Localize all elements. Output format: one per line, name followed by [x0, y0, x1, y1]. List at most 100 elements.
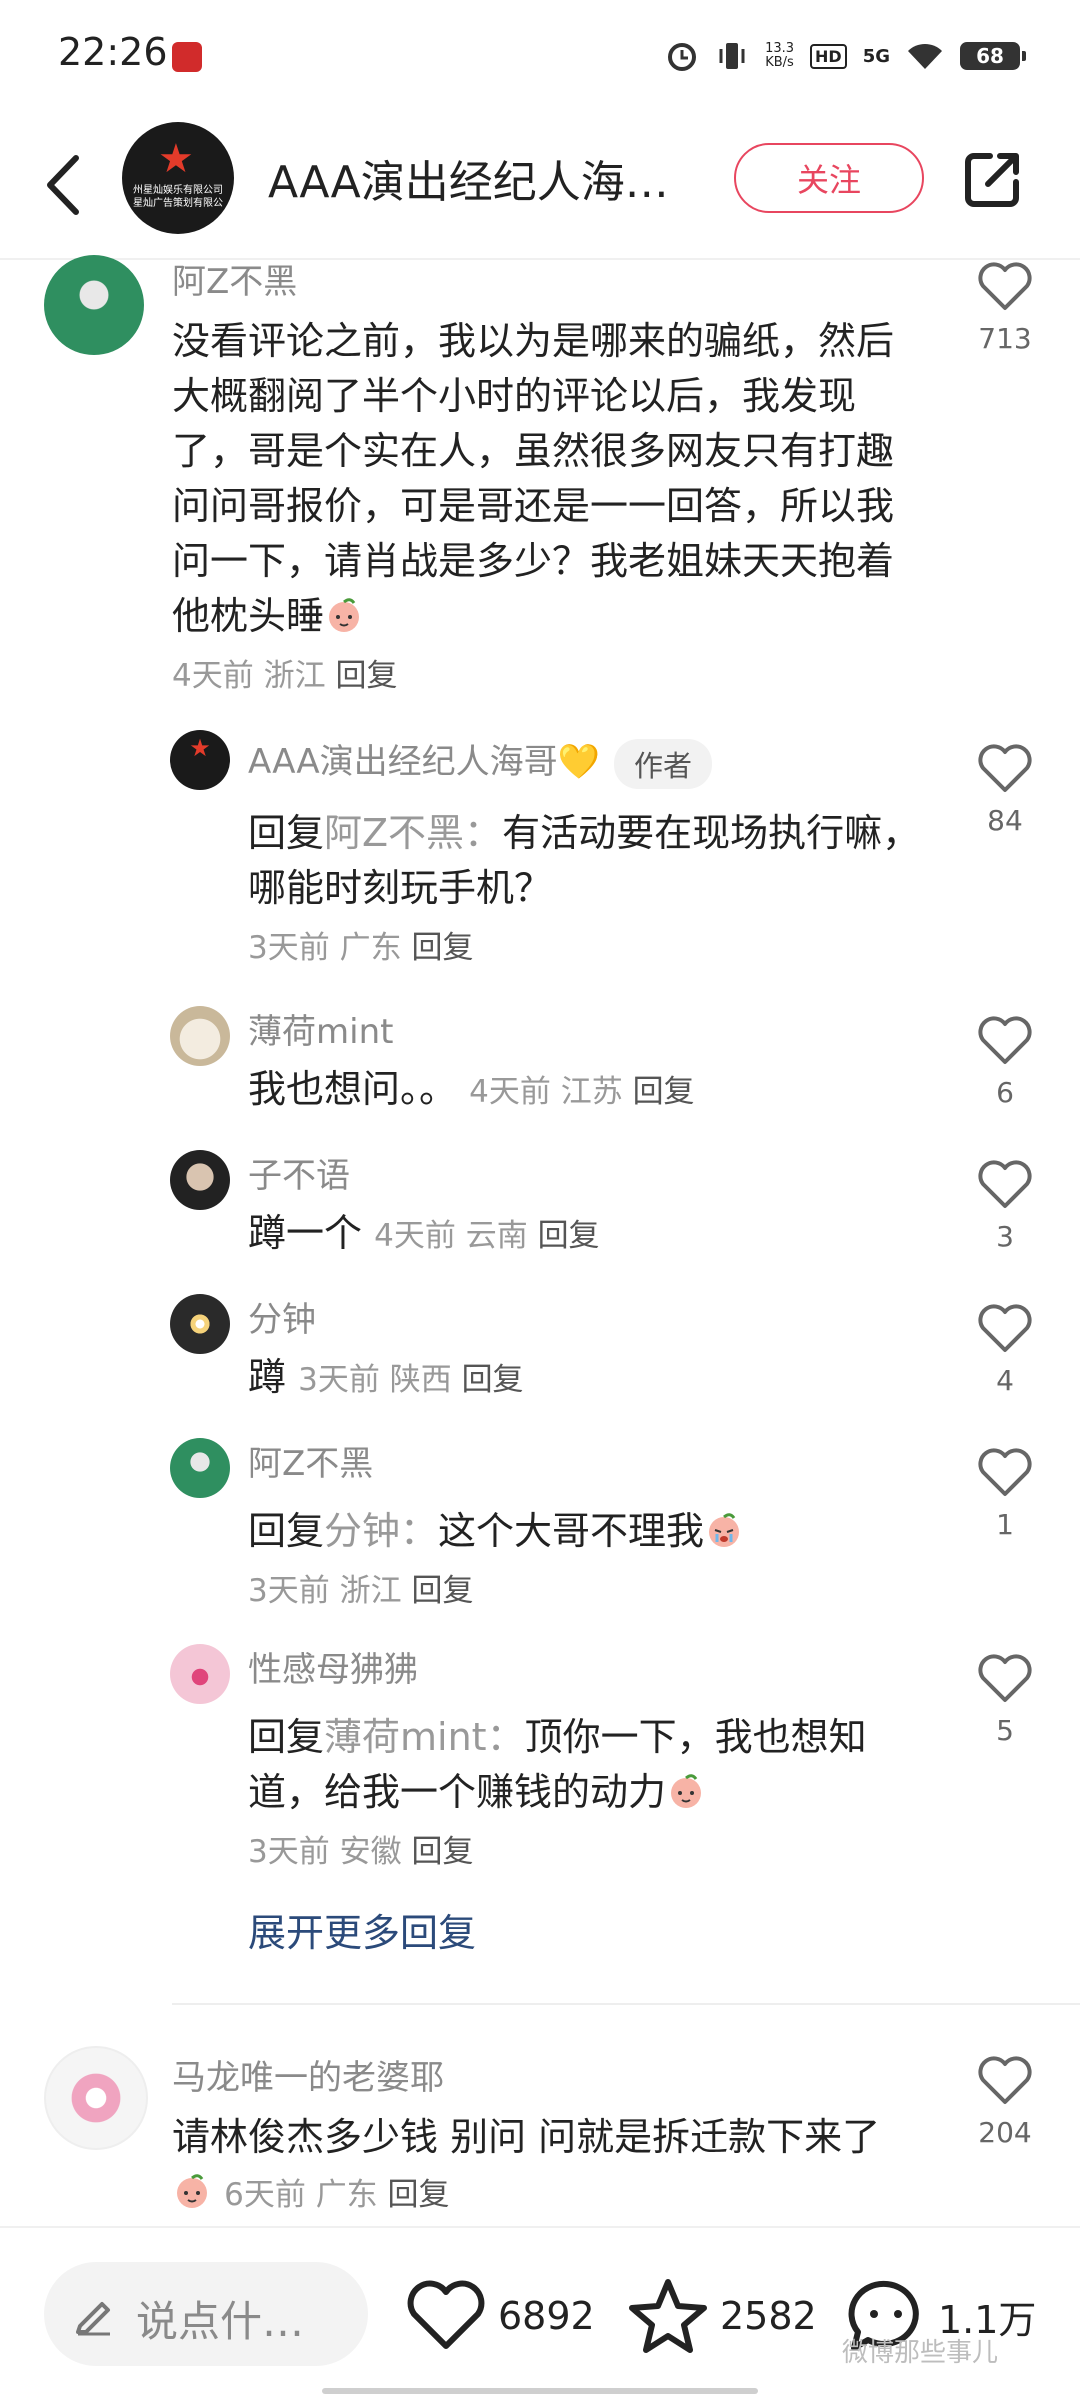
avatar[interactable] [170, 1294, 230, 1354]
comment-username[interactable]: 马龙唯一的老婆耶 [172, 2050, 444, 2099]
like-count: 84 [987, 804, 1023, 837]
comment-input[interactable]: 说点什… [44, 2262, 368, 2366]
page-title[interactable]: AAA演出经纪人海… [268, 146, 669, 210]
like-button[interactable]: 4 [970, 1304, 1040, 1397]
like-button[interactable]: 6 [970, 1016, 1040, 1109]
heart-icon [978, 262, 1032, 310]
signal-5g: 5G [862, 45, 890, 67]
share-button[interactable] [962, 150, 1022, 210]
comment-username[interactable]: 性感母狒狒 [248, 1642, 418, 1691]
comment-username[interactable]: 子不语 [248, 1148, 350, 1197]
favorite-count: 2582 [720, 2294, 817, 2338]
alarm-icon [668, 43, 697, 71]
like-button[interactable]: 713 [970, 262, 1040, 355]
comment-text: 蹲 3天前 陕西 回复 [248, 1355, 524, 1399]
avatar-text: 州星灿娱乐有限公司 星灿广告策划有限公 [133, 185, 223, 209]
heart-icon [978, 1016, 1032, 1064]
comment-text: 没看评论之前，我以为是哪来的骗纸，然后大概翻阅了半个小时的评论以后，我发现了，哥… [172, 314, 898, 704]
status-time: 22:26 [58, 30, 168, 74]
like-button[interactable]: 1 [970, 1448, 1040, 1541]
like-button[interactable]: 5 [970, 1654, 1040, 1747]
peach-emoji-icon [329, 598, 360, 632]
net-speed: 13.3 KB/s [765, 41, 795, 70]
comment-text: 请林俊杰多少钱 别问 问就是拆迁款下来了 6天前 广东 回复 [172, 2115, 881, 2213]
comment-username[interactable]: AAA演出经纪人海哥💛 作者 [248, 734, 713, 789]
like-count: 3 [996, 1220, 1014, 1253]
header: ★ 州星灿娱乐有限公司 星灿广告策划有限公 AAA演出经纪人海… 关注 [0, 110, 1080, 260]
follow-button[interactable]: 关注 [734, 143, 924, 213]
reply-link[interactable]: 回复 [411, 1834, 473, 1870]
reply-link[interactable]: 回复 [388, 2177, 450, 2213]
author-badge: 作者 [614, 738, 713, 789]
comment-username[interactable]: 分钟 [248, 1292, 316, 1341]
avatar[interactable] [170, 1644, 230, 1704]
reply-link[interactable]: 回复 [411, 1573, 473, 1609]
like-count: 713 [978, 322, 1032, 355]
like-post-button[interactable]: 6892 [406, 2276, 595, 2356]
like-button[interactable]: 3 [970, 1160, 1040, 1253]
section-divider [172, 2003, 1080, 2005]
comment-text: 蹲一个 4天前 云南 回复 [248, 1211, 600, 1255]
mention[interactable]: 薄荷mint： [324, 1715, 525, 1759]
comment-text: 回复薄荷mint：顶你一下，我也想知道，给我一个赚钱的动力 3天前 安徽 回复 [248, 1710, 928, 1880]
comment-text: 回复分钟：这个大哥不理我 3天前 浙江 回复 [248, 1504, 928, 1619]
back-arrow-icon [47, 155, 79, 215]
comment-meta: 3天前 广东 回复 [248, 930, 474, 966]
reply-link[interactable]: 回复 [538, 1218, 600, 1254]
like-count: 1 [996, 1508, 1014, 1541]
share-icon [965, 153, 1019, 207]
reply-link[interactable]: 回复 [411, 930, 473, 966]
favorite-button[interactable]: 2582 [628, 2276, 817, 2356]
comment-input-placeholder: 说点什… [136, 2297, 305, 2346]
avatar[interactable]: ★ [170, 730, 230, 790]
comment-text: 我也想问。。 4天前 江苏 回复 [248, 1067, 695, 1111]
heart-icon [978, 1160, 1032, 1208]
expand-more-replies[interactable]: 展开更多回复 [248, 1902, 476, 1957]
like-count: 6892 [498, 2294, 595, 2338]
home-indicator[interactable] [322, 2388, 758, 2394]
avatar[interactable] [170, 1438, 230, 1498]
heart-icon [978, 1448, 1032, 1496]
mention[interactable]: 分钟： [324, 1509, 438, 1553]
avatar[interactable] [170, 1006, 230, 1066]
like-count: 4 [996, 1364, 1014, 1397]
comment-text: 回复阿Z不黑：有活动要在现场执行嘛，哪能时刻玩手机？ 3天前 广东 回复 [248, 806, 928, 976]
heart-icon [978, 2056, 1032, 2104]
mention[interactable]: 阿Z不黑： [324, 811, 502, 855]
reply-link[interactable]: 回复 [633, 1074, 695, 1110]
comment-username[interactable]: 薄荷mint [248, 1004, 393, 1053]
avatar[interactable] [44, 2046, 148, 2150]
star-icon [629, 2279, 707, 2353]
crying-peach-emoji-icon [709, 1513, 740, 1547]
back-button[interactable] [40, 150, 90, 220]
reply-link[interactable]: 回复 [335, 658, 397, 694]
heart-icon [978, 1654, 1032, 1702]
like-button[interactable]: 204 [970, 2056, 1040, 2149]
comment-meta: 3天前 安徽 回复 [248, 1834, 474, 1870]
avatar[interactable] [44, 255, 144, 355]
wifi-icon [908, 43, 942, 69]
header-divider [0, 258, 1080, 260]
vibrate-icon [719, 43, 745, 69]
like-count: 204 [978, 2116, 1032, 2149]
watermark: 微博那些事儿 [842, 2338, 999, 2368]
pen-icon [76, 2302, 110, 2336]
like-button[interactable]: 84 [970, 744, 1040, 837]
avatar[interactable] [170, 1150, 230, 1210]
author-avatar[interactable]: ★ 州星灿娱乐有限公司 星灿广告策划有限公 [122, 122, 234, 234]
comment-username[interactable]: 阿Z不黑 [248, 1436, 373, 1485]
bottom-bar: 说点什… 6892 2582 1.1万 微博那些事儿 [0, 2226, 1080, 2402]
star-logo-icon: ★ [158, 136, 194, 182]
heart-icon [978, 1304, 1032, 1352]
peach-emoji-icon [671, 1774, 702, 1808]
like-count: 5 [996, 1714, 1014, 1747]
like-count: 6 [996, 1076, 1014, 1109]
app-notification-icon [172, 42, 202, 72]
battery: 68 [960, 42, 1026, 70]
reply-link[interactable]: 回复 [462, 1362, 524, 1398]
comment-meta: 4天前 浙江 回复 [172, 658, 398, 694]
heart-icon [407, 2280, 485, 2349]
comment-meta: 3天前 浙江 回复 [248, 1573, 474, 1609]
comment-username[interactable]: 阿Z不黑 [172, 254, 297, 303]
status-bar: 22:26 13.3 KB/s HD 5G 68 [0, 0, 1080, 110]
